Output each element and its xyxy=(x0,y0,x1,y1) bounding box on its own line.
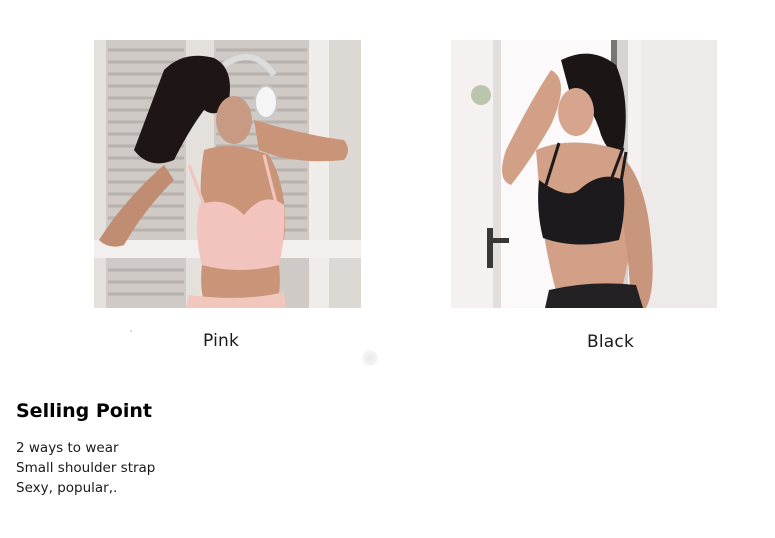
selling-point-heading: Selling Point xyxy=(16,400,152,422)
product-photo-black xyxy=(451,40,717,308)
selling-point-item: 2 ways to wear xyxy=(16,440,119,456)
photo-illustration-black xyxy=(451,40,717,308)
product-detail-page: Pink Black Selling Point 2 ways to wear … xyxy=(0,0,775,538)
product-photo-pink xyxy=(94,40,361,308)
color-label-pink: Pink xyxy=(203,331,240,351)
color-label-black: Black xyxy=(587,332,634,352)
selling-point-list: 2 ways to wear Small shoulder strap Sexy… xyxy=(16,438,155,498)
decorative-smudge xyxy=(362,350,378,366)
photo-illustration-pink xyxy=(94,40,361,308)
selling-point-item: Sexy, popular,. xyxy=(16,480,118,496)
selling-point-item: Small shoulder strap xyxy=(16,460,156,476)
decorative-dot xyxy=(130,330,132,332)
